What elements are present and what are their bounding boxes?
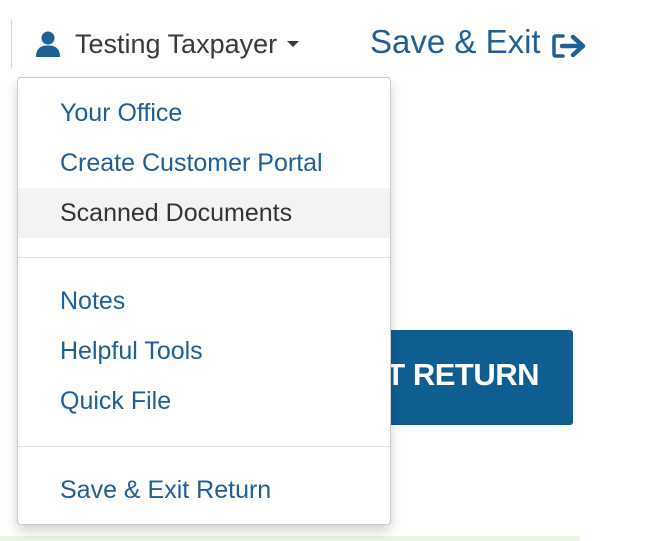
menu-item-scanned-documents[interactable]: Scanned Documents: [18, 188, 390, 238]
menu-item-notes[interactable]: Notes: [18, 276, 390, 326]
menu-divider: [18, 446, 390, 447]
user-icon: [36, 31, 60, 57]
menu-item-label: Your Office: [60, 98, 183, 127]
menu-divider: [18, 257, 390, 258]
menu-item-label: Helpful Tools: [60, 336, 203, 365]
page: Testing Taxpayer Save & Exit T RETURN Yo…: [0, 0, 654, 541]
save-exit-label: Save & Exit: [370, 23, 541, 60]
bottom-banner-edge: [0, 536, 580, 541]
save-exit-link[interactable]: Save & Exit: [370, 20, 588, 64]
header-divider: [11, 20, 12, 68]
menu-item-save-exit-return[interactable]: Save & Exit Return: [18, 465, 390, 515]
caret-down-icon: [287, 41, 300, 47]
menu-item-label: Create Customer Portal: [60, 148, 323, 177]
return-action-label: T RETURN: [386, 357, 539, 392]
user-name: Testing Taxpayer: [75, 28, 278, 59]
menu-item-label: Notes: [60, 286, 126, 315]
sign-out-icon: [551, 29, 588, 58]
menu-item-label: Save & Exit Return: [60, 475, 272, 504]
menu-item-create-customer-portal[interactable]: Create Customer Portal: [18, 138, 390, 188]
menu-item-your-office[interactable]: Your Office: [18, 88, 390, 138]
user-menu-toggle[interactable]: Testing Taxpayer: [36, 24, 300, 64]
menu-item-label: Scanned Documents: [60, 198, 293, 227]
menu-item-label: Quick File: [60, 386, 172, 415]
user-dropdown-menu: Your Office Create Customer Portal Scann…: [17, 77, 391, 525]
menu-item-quick-file[interactable]: Quick File: [18, 376, 390, 426]
menu-item-helpful-tools[interactable]: Helpful Tools: [18, 326, 390, 376]
